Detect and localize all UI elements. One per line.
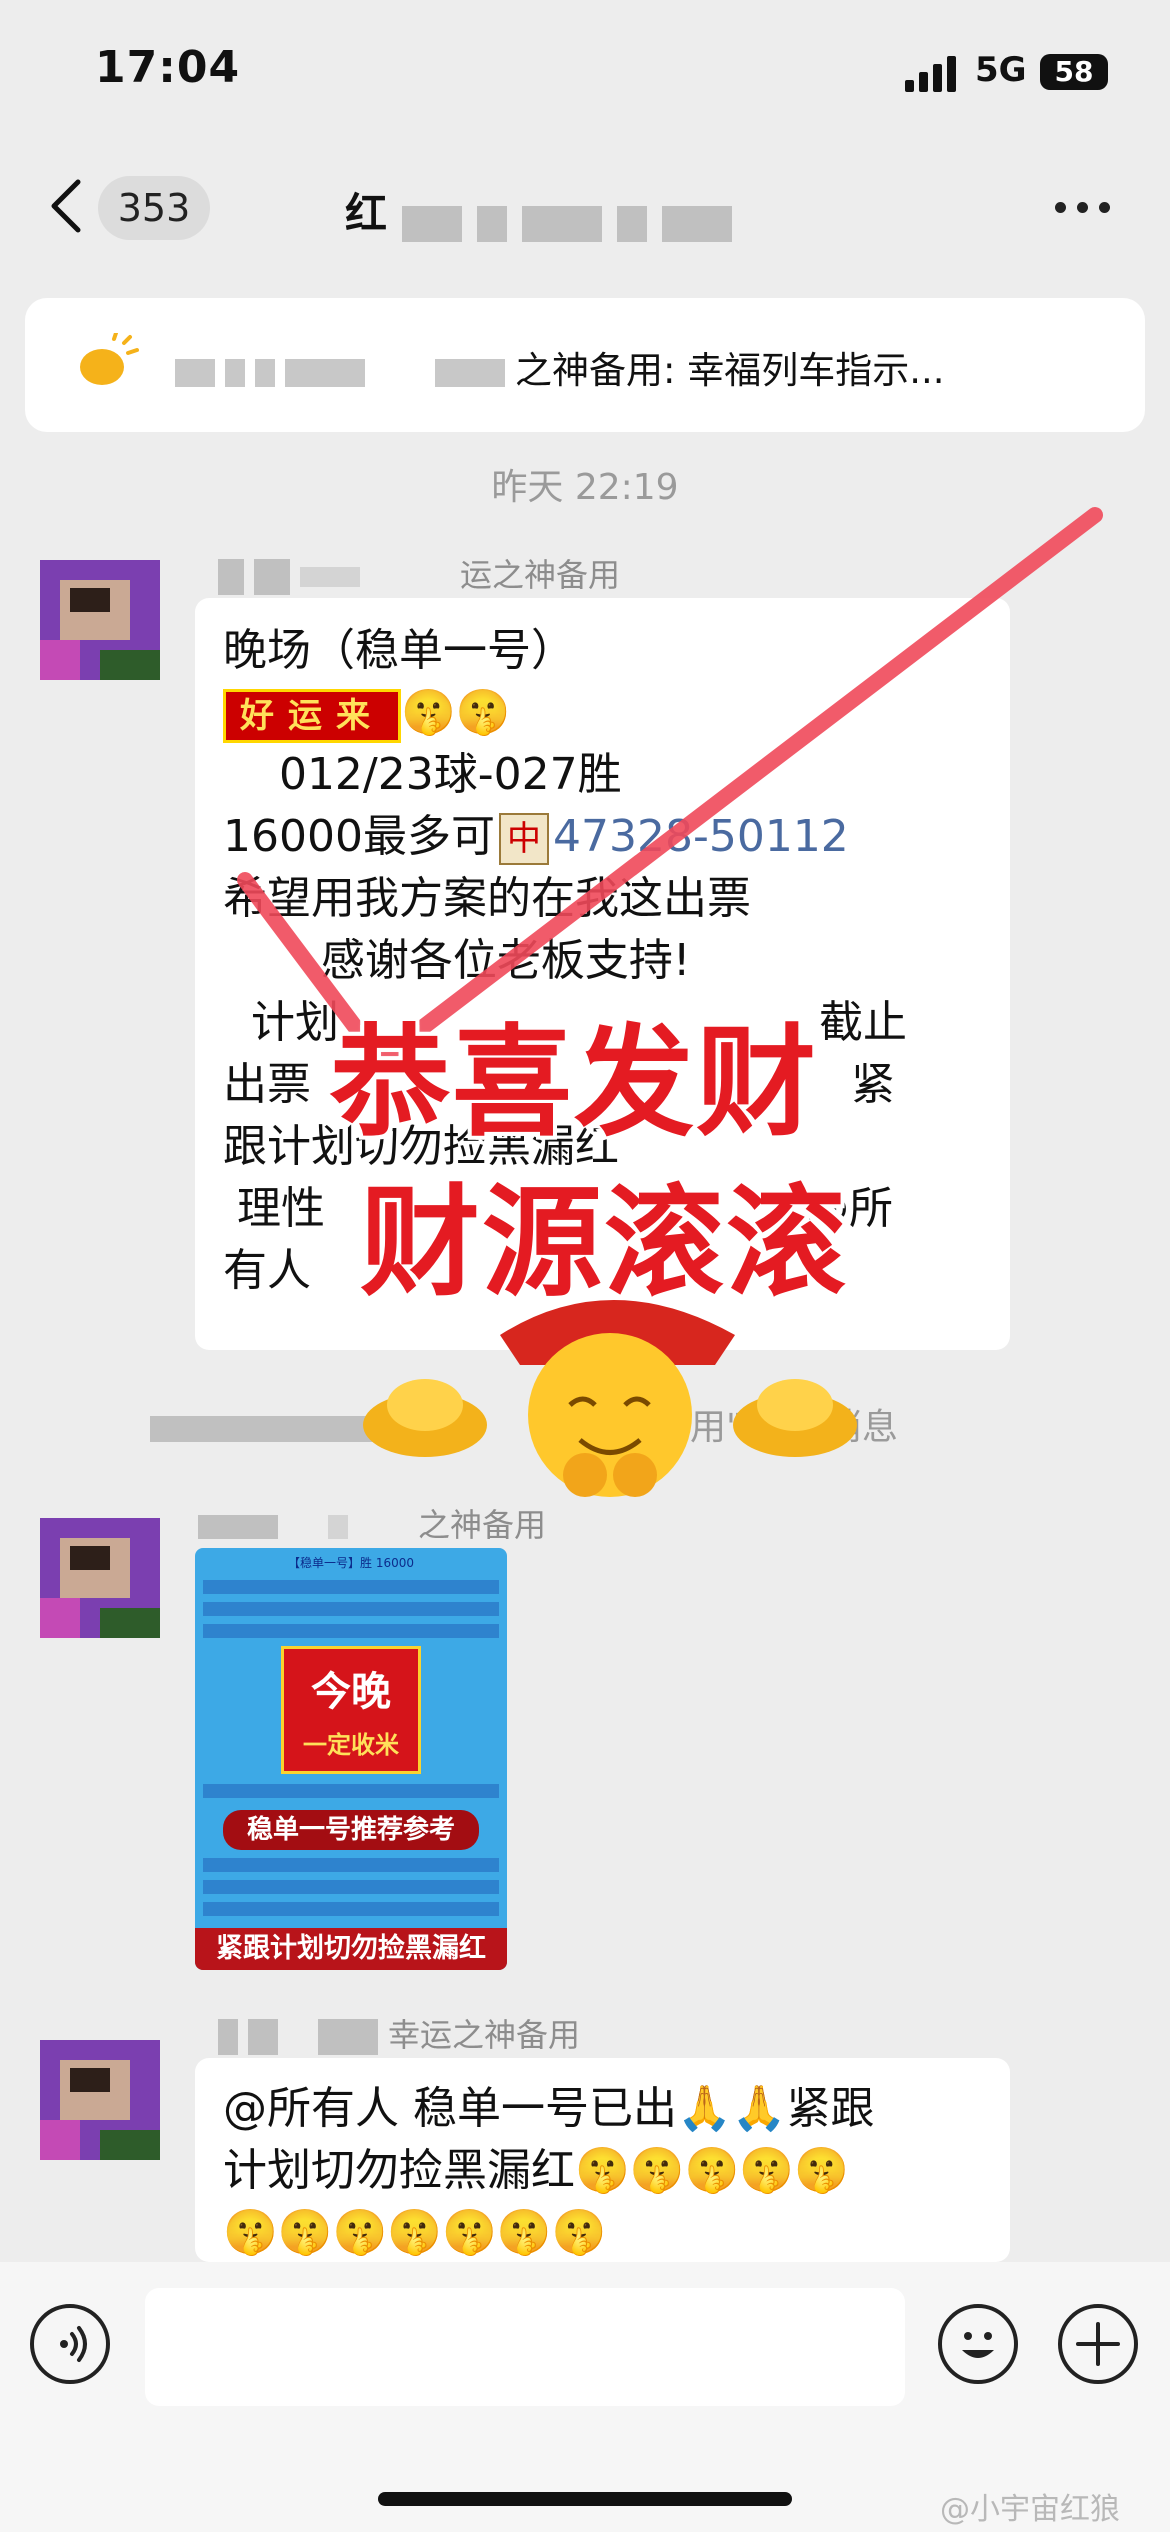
message-input[interactable]	[145, 2288, 905, 2406]
gold-ingot-icon	[733, 1379, 857, 1457]
voice-icon	[60, 2326, 87, 2362]
voice-input-button[interactable]	[30, 2304, 110, 2384]
god-of-wealth-emoji	[500, 1300, 735, 1497]
watermark: @小宇宙红狼	[940, 2492, 1120, 2527]
fortune-emoji-sticker	[363, 1300, 857, 1497]
home-indicator[interactable]	[378, 2492, 792, 2506]
overlay-greeting-1: 恭喜发财	[330, 1014, 818, 1153]
emoji-button[interactable]	[938, 2304, 1018, 2384]
smiley-icon	[962, 2332, 994, 2358]
plus-icon	[1076, 2322, 1120, 2366]
gold-ingot-icon	[363, 1379, 487, 1457]
more-actions-button[interactable]	[1058, 2304, 1138, 2384]
